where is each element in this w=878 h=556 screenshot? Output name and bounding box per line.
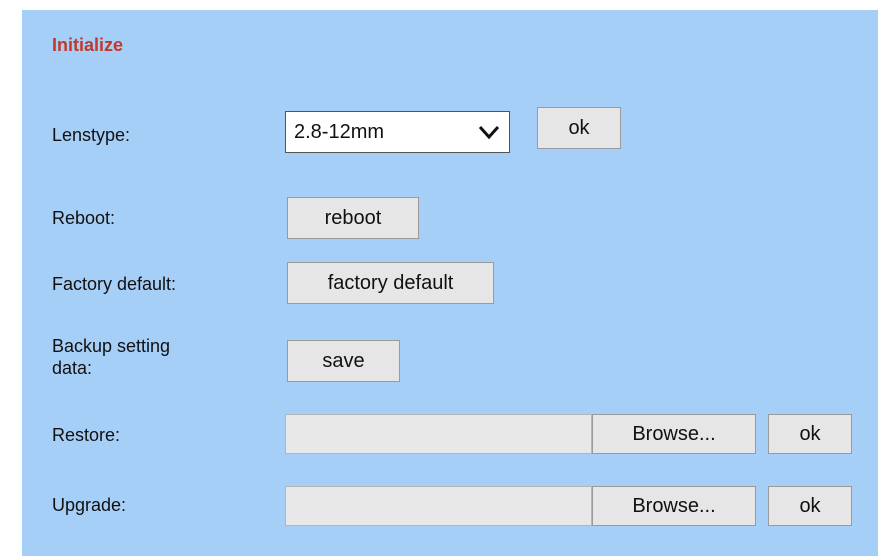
initialize-panel: Initialize Lenstype: 2.8-12mm ok Reboot:… [22,10,878,556]
restore-ok-button[interactable]: ok [768,414,852,454]
restore-browse-button[interactable]: Browse... [592,414,756,454]
upgrade-ok-button[interactable]: ok [768,486,852,526]
factory-default-button[interactable]: factory default [287,262,494,304]
lenstype-select[interactable]: 2.8-12mm [285,111,510,153]
lenstype-selected-value: 2.8-12mm [294,120,385,143]
upgrade-label: Upgrade: [52,495,127,515]
backup-label: Backup setting data: [52,335,170,379]
reboot-label: Reboot: [52,208,116,228]
chevron-down-icon [478,125,500,140]
lenstype-label: Lenstype: [52,125,131,145]
restore-label: Restore: [52,425,121,445]
backup-label-line1: Backup setting [52,336,171,356]
section-title: Initialize [52,35,124,55]
save-button[interactable]: save [287,340,400,382]
restore-file-input[interactable] [285,414,592,454]
backup-label-line2: data: [52,358,93,378]
lenstype-ok-button[interactable]: ok [537,107,621,149]
factory-default-label: Factory default: [52,274,177,294]
reboot-button[interactable]: reboot [287,197,419,239]
upgrade-browse-button[interactable]: Browse... [592,486,756,526]
upgrade-file-input[interactable] [285,486,592,526]
